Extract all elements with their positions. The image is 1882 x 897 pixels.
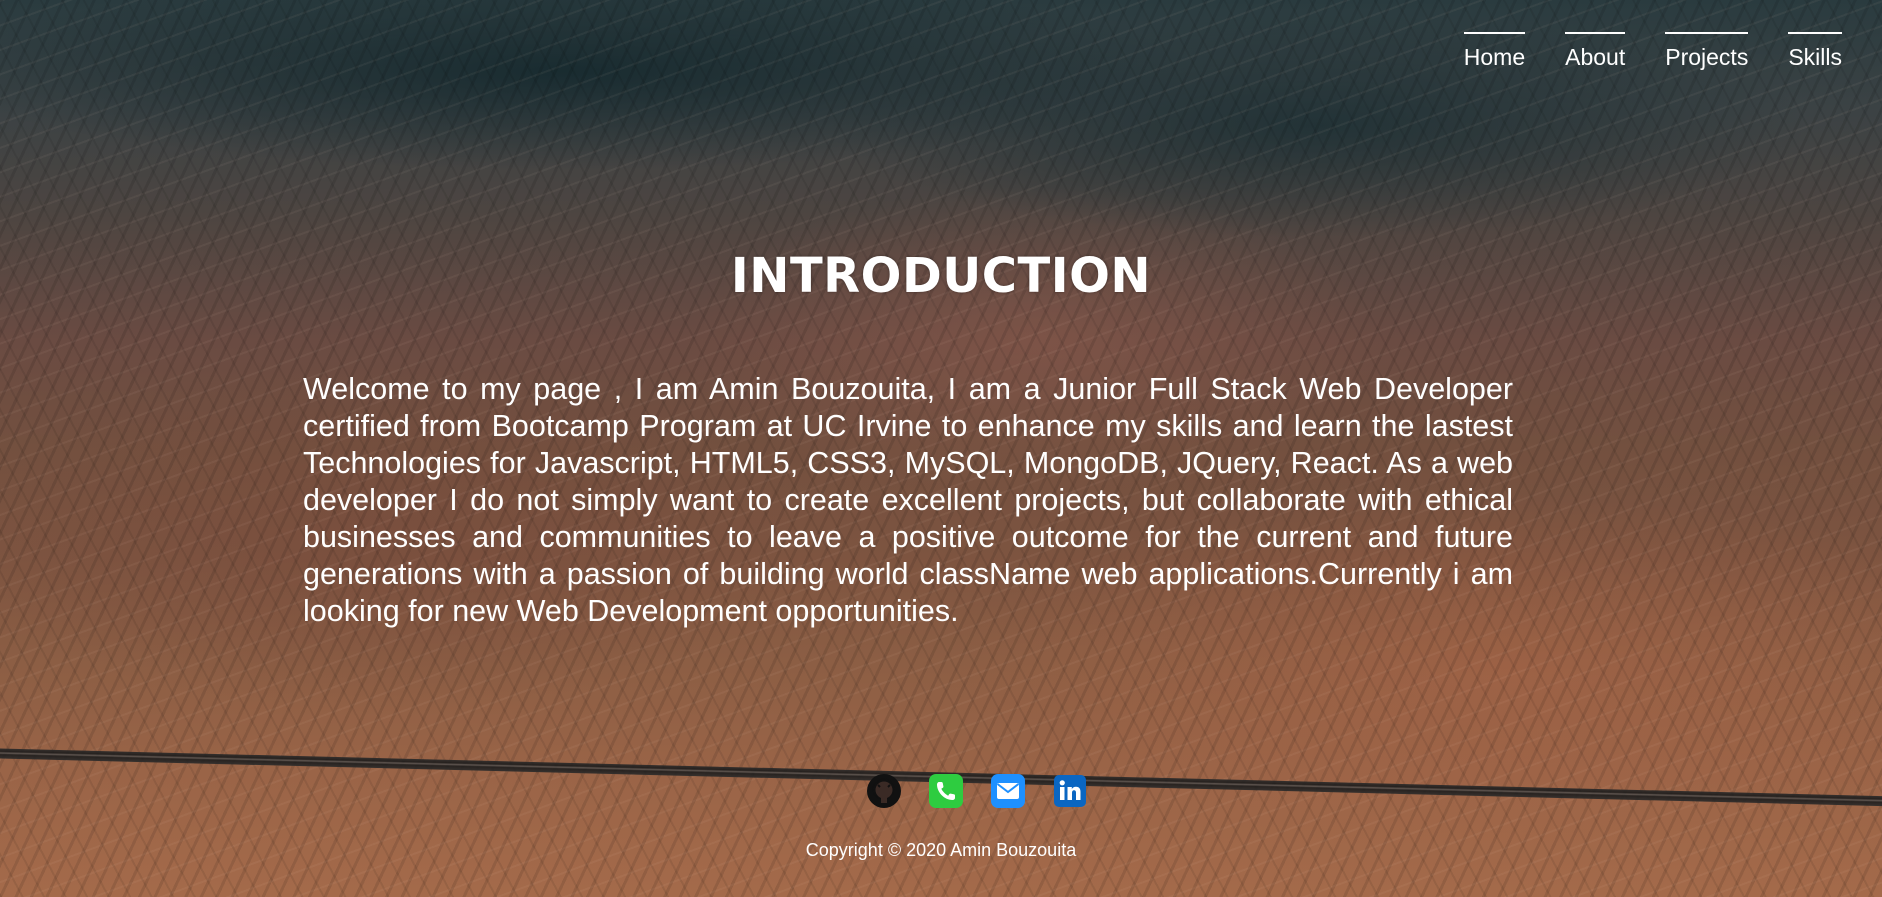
nav-skills[interactable]: Skills: [1788, 32, 1842, 69]
intro-paragraph: Welcome to my page , I am Amin Bouzouita…: [303, 372, 1513, 628]
social-links: [866, 773, 1088, 809]
github-link[interactable]: [866, 773, 902, 809]
copyright-text: Copyright © 2020 Amin Bouzouita: [805, 840, 1077, 860]
phone-icon: [929, 774, 963, 808]
nav-about[interactable]: About: [1565, 32, 1626, 69]
linkedin-link[interactable]: [1052, 773, 1088, 809]
phone-link[interactable]: [928, 773, 964, 809]
top-nav: Home About Projects Skills: [1463, 32, 1842, 69]
nav-home[interactable]: Home: [1463, 32, 1526, 69]
nav-projects[interactable]: Projects: [1665, 32, 1749, 69]
page-background: Home About Projects Skills INTRODUCTION …: [0, 0, 1882, 897]
email-link[interactable]: [990, 773, 1026, 809]
github-icon: [867, 774, 901, 808]
linkedin-icon: [1054, 775, 1086, 807]
page-title: INTRODUCTION: [730, 248, 1152, 304]
email-icon: [991, 774, 1025, 808]
